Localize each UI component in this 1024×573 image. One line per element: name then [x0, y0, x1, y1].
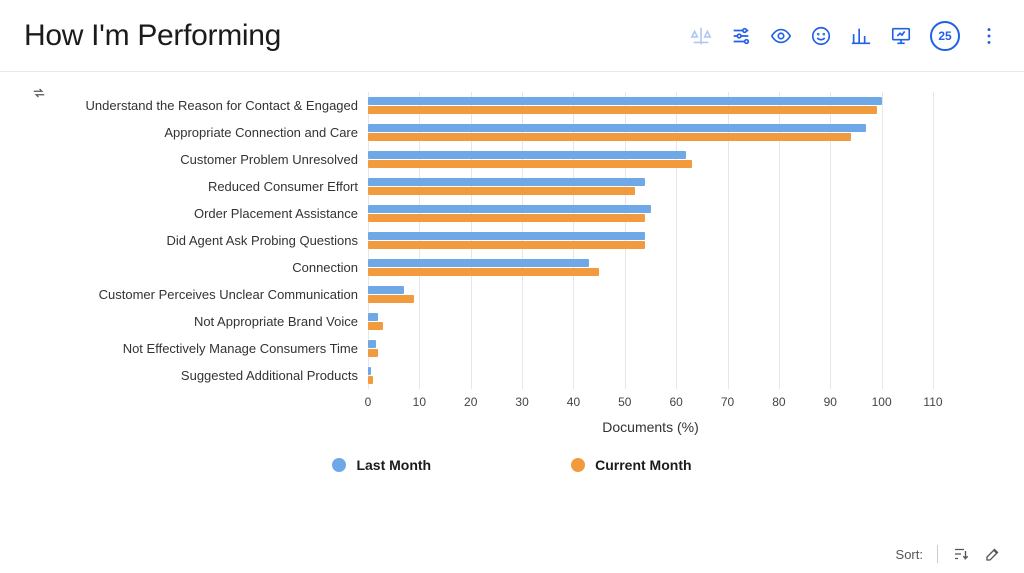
bar-row — [368, 308, 933, 335]
y-axis-label: Connection — [28, 254, 368, 281]
chart-container: Understand the Reason for Contact & Enga… — [0, 72, 1024, 473]
bar[interactable] — [368, 259, 589, 267]
y-axis-label: Not Appropriate Brand Voice — [28, 308, 368, 335]
x-axis-tick: 70 — [721, 395, 734, 409]
sliders-icon[interactable] — [730, 25, 752, 47]
x-axis-tick: 30 — [515, 395, 528, 409]
page-title: How I'm Performing — [24, 19, 281, 53]
x-axis-tick: 60 — [669, 395, 682, 409]
x-axis-tick: 20 — [464, 395, 477, 409]
legend-item[interactable]: Last Month — [332, 457, 431, 473]
legend-swatch — [571, 458, 585, 472]
footer-bar: Sort: — [896, 545, 1002, 563]
bar-row — [368, 200, 933, 227]
bar[interactable] — [368, 322, 383, 330]
x-axis-tick: 80 — [772, 395, 785, 409]
legend-swatch — [332, 458, 346, 472]
header-bar: How I'm Performing 25 — [0, 0, 1024, 72]
bar-row — [368, 254, 933, 281]
y-axis-labels: Understand the Reason for Contact & Enga… — [28, 92, 368, 389]
x-axis-title: Documents (%) — [368, 419, 933, 435]
bar-chart-icon[interactable] — [850, 25, 872, 47]
bar-row — [368, 146, 933, 173]
count-badge[interactable]: 25 — [930, 21, 960, 51]
x-axis-tick: 0 — [365, 395, 372, 409]
bar[interactable] — [368, 151, 686, 159]
presentation-icon[interactable] — [890, 25, 912, 47]
y-axis-label: Customer Perceives Unclear Communication — [28, 281, 368, 308]
chart-grid: Understand the Reason for Contact & Enga… — [28, 92, 996, 389]
x-axis: 0102030405060708090100110 — [368, 395, 933, 415]
bar[interactable] — [368, 313, 378, 321]
y-axis-label: Suggested Additional Products — [28, 362, 368, 389]
smile-icon[interactable] — [810, 25, 832, 47]
x-axis-tick: 10 — [413, 395, 426, 409]
bar[interactable] — [368, 124, 866, 132]
x-axis-tick: 90 — [824, 395, 837, 409]
y-axis-label: Did Agent Ask Probing Questions — [28, 227, 368, 254]
sort-label: Sort: — [896, 547, 923, 562]
bar-row — [368, 227, 933, 254]
bar-row — [368, 362, 933, 389]
plot-area — [368, 92, 996, 389]
more-vertical-icon[interactable] — [978, 25, 1000, 47]
plot-inner — [368, 92, 933, 389]
bar[interactable] — [368, 268, 599, 276]
bar[interactable] — [368, 340, 376, 348]
bar[interactable] — [368, 133, 851, 141]
gridline — [933, 92, 934, 389]
x-axis-tick: 100 — [872, 395, 892, 409]
bar[interactable] — [368, 232, 645, 240]
bar[interactable] — [368, 286, 404, 294]
bar[interactable] — [368, 367, 371, 375]
y-axis-label: Understand the Reason for Contact & Enga… — [28, 92, 368, 119]
x-axis-row: 0 10 20 30 40 50 60 70 80 90 100 110 — [28, 389, 996, 415]
bar-row — [368, 335, 933, 362]
y-axis-label: Not Effectively Manage Consumers Time — [28, 335, 368, 362]
bar-row — [368, 119, 933, 146]
toolbar: 25 — [690, 21, 1000, 51]
legend-label: Last Month — [356, 457, 431, 473]
edit-icon[interactable] — [984, 545, 1002, 563]
bar[interactable] — [368, 241, 645, 249]
bar-row — [368, 92, 933, 119]
divider — [937, 545, 938, 563]
y-axis-label: Order Placement Assistance — [28, 200, 368, 227]
legend: Last Month Current Month — [28, 457, 996, 473]
bar[interactable] — [368, 97, 882, 105]
y-axis-label: Reduced Consumer Effort — [28, 173, 368, 200]
x-axis-tick: 50 — [618, 395, 631, 409]
x-axis-tick: 110 — [923, 395, 942, 409]
swap-axes-icon[interactable] — [32, 86, 46, 105]
y-axis-label: Customer Problem Unresolved — [28, 146, 368, 173]
bar[interactable] — [368, 187, 635, 195]
bar[interactable] — [368, 295, 414, 303]
bar[interactable] — [368, 178, 645, 186]
bar[interactable] — [368, 160, 692, 168]
bar-row — [368, 173, 933, 200]
legend-label: Current Month — [595, 457, 691, 473]
bar-row — [368, 281, 933, 308]
y-axis-label: Appropriate Connection and Care — [28, 119, 368, 146]
bar[interactable] — [368, 214, 645, 222]
eye-icon[interactable] — [770, 25, 792, 47]
legend-item[interactable]: Current Month — [571, 457, 691, 473]
balance-scale-icon[interactable] — [690, 25, 712, 47]
sort-icon[interactable] — [952, 545, 970, 563]
bar[interactable] — [368, 106, 877, 114]
bar[interactable] — [368, 376, 373, 384]
x-axis-tick: 40 — [567, 395, 580, 409]
bar[interactable] — [368, 349, 378, 357]
bar[interactable] — [368, 205, 651, 213]
